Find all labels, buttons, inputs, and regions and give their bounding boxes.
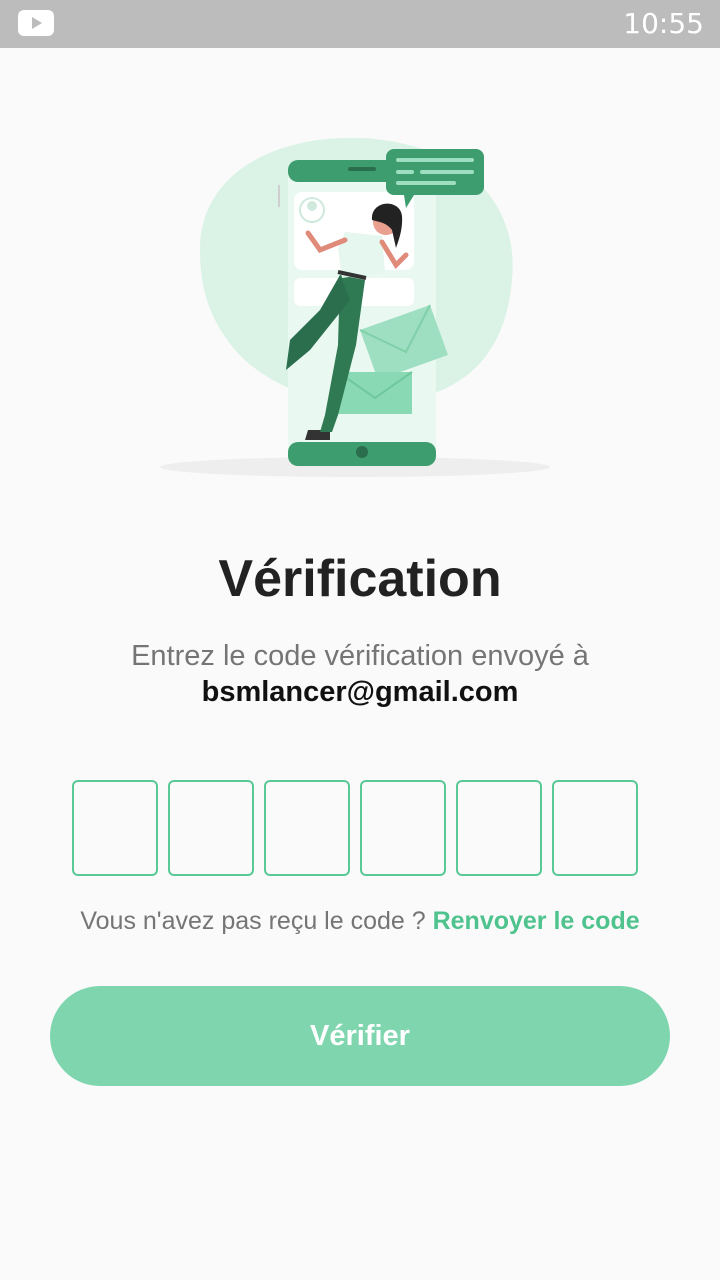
youtube-icon — [18, 10, 54, 36]
code-digit-6[interactable] — [552, 780, 638, 876]
code-digit-5[interactable] — [456, 780, 542, 876]
recipient-email: bsmlancer@gmail.com — [201, 676, 519, 708]
code-digit-2[interactable] — [168, 780, 254, 876]
page-title: Vérification — [218, 550, 502, 608]
page-subtitle: Entrez le code vérification envoyé à — [131, 640, 589, 672]
resend-row: Vous n'avez pas reçu le code ? Renvoyer … — [0, 903, 720, 939]
code-digit-4[interactable] — [360, 780, 446, 876]
resend-question: Vous n'avez pas reçu le code ? — [80, 907, 433, 935]
phone-verification-illustration — [160, 137, 550, 477]
verify-button[interactable]: Vérifier — [50, 986, 670, 1086]
code-digit-3[interactable] — [264, 780, 350, 876]
resend-code-link[interactable]: Renvoyer le code — [433, 907, 640, 935]
status-time: 10:55 — [623, 7, 704, 40]
code-digit-1[interactable] — [72, 780, 158, 876]
status-bar: 10:55 — [0, 0, 720, 48]
